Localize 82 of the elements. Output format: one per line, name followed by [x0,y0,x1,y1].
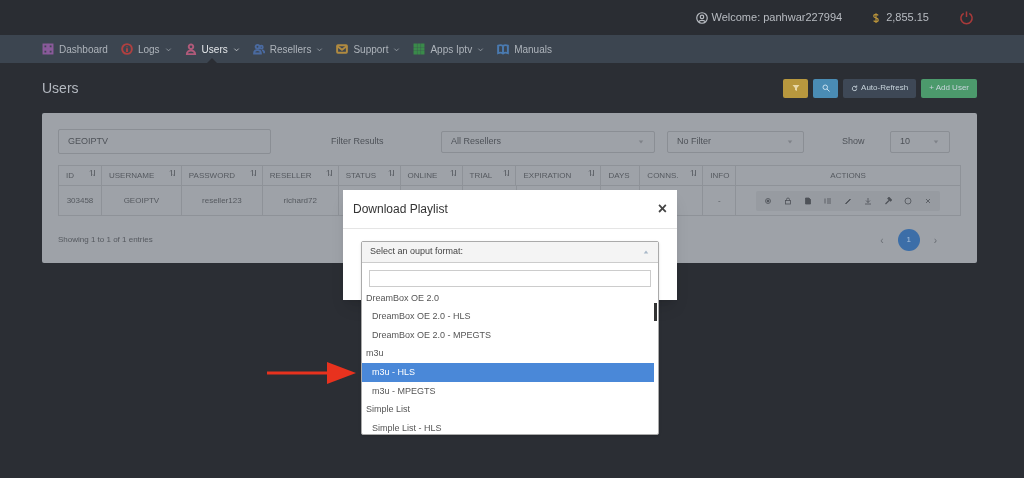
caret-icon [932,138,940,145]
reseller-dropdown[interactable]: All Resellers [441,130,655,153]
caret-icon [642,249,650,255]
welcome-text: Welcome: panhwar227994 [711,10,843,26]
refresh-icon [851,84,859,92]
nav-item[interactable]: Apps Iptv [413,35,485,63]
hammer-icon[interactable] [884,196,893,205]
format-dropdown[interactable]: Select an ouput format: DreamBox OE 2.0 DreamBox OE 2.0 - HLS DreamBox OE 2.0 - MPEGTS m3u m3u - HLS m3u - MPEGTS Simple List Simple List - HLS [361,241,659,435]
file-icon[interactable] [804,196,813,205]
user-icon [695,11,708,24]
sort-icon[interactable] [249,169,258,177]
column-header[interactable]: EXPIRATION [516,166,602,186]
table-cell: richard72 [262,186,339,216]
pencil-icon[interactable] [844,196,853,205]
scrollbar-thumb[interactable] [654,303,657,321]
close-button[interactable]: × [657,201,667,217]
status-filter-dropdown[interactable]: No Filter [667,130,804,153]
column-header[interactable]: ID [59,166,102,186]
column-header[interactable]: DAYS [601,166,641,186]
sort-icon[interactable] [88,169,97,177]
search-field[interactable]: GEOIPTV [58,129,271,154]
search-button[interactable] [813,78,839,98]
power-icon[interactable] [959,10,974,25]
show-label: Show [842,134,866,148]
option-group-label: Simple List [365,403,411,417]
sort-icon[interactable] [690,169,699,177]
filter-label: Filter Results [331,134,385,148]
sort-icon[interactable] [449,169,458,177]
close-icon[interactable] [924,196,933,205]
dropdown-option[interactable]: m3u - MPEGTS [362,381,654,401]
sort-icon[interactable] [387,169,396,177]
sort-icon[interactable] [168,169,177,177]
sort-icon[interactable] [503,169,512,177]
caret-icon [786,138,794,145]
nav-item[interactable]: Manuals [497,35,552,63]
nav-item[interactable]: Support [336,35,401,63]
option-group-label: DreamBox OE 2.0 [365,291,441,305]
download-icon[interactable] [864,196,873,205]
filter-icon [791,84,800,92]
balance-text: 2,855.15 [886,10,929,26]
option-group-label: m3u [365,347,385,361]
sort-icon[interactable] [588,169,597,177]
nav-item[interactable]: Logs [120,35,172,63]
next-page-link[interactable]: › [933,232,937,248]
add-user-button[interactable]: + Add User [921,78,977,98]
column-header[interactable]: STATUS [338,166,401,186]
entries-info: Showing 1 to 1 of 1 entries [58,234,153,246]
list-icon[interactable] [824,196,833,205]
dropdown-option[interactable]: DreamBox OE 2.0 - MPEGTS [362,326,654,345]
column-header[interactable]: CONNS. [640,166,704,186]
dropdown-option[interactable]: DreamBox OE 2.0 - HLS [362,307,654,327]
auto-refresh-button[interactable]: Auto-Refresh [843,78,917,98]
column-header[interactable]: ACTIONS [736,166,961,186]
page-link[interactable]: 1 [897,229,920,251]
table-cell: 303458 [59,186,102,216]
caret-icon [637,138,645,145]
column-header[interactable]: RESELLER [262,166,339,186]
table-cell: reseller123 [181,186,263,216]
column-header[interactable]: ONLINE [400,166,463,186]
search-icon [821,84,830,92]
filter-button[interactable] [783,78,809,98]
table-cell: GEOIPTV [101,186,182,216]
column-header[interactable]: PASSWORD [181,166,263,186]
dropdown-placeholder: Select an ouput format: [370,245,464,259]
nav-item[interactable]: Resellers [252,35,324,63]
nav-item[interactable]: Dashboard [42,35,108,63]
modal-title: Download Playlist [353,201,448,218]
page-size-dropdown[interactable]: 10 [890,130,950,153]
dropdown-option[interactable]: Simple List - HLS [362,419,654,438]
lock-icon[interactable] [784,196,793,205]
circle-icon[interactable] [904,196,913,205]
column-header[interactable]: INFO [703,166,737,186]
page-title: Users [42,78,79,98]
nav-item[interactable]: Users [184,35,240,63]
previous-page-link[interactable]: ‹ [880,232,884,248]
column-header[interactable]: TRIAL [462,166,517,186]
sort-icon[interactable] [325,169,334,177]
search-field[interactable] [369,270,651,287]
dropdown-option[interactable]: m3u - HLS [362,363,654,382]
column-header[interactable]: USERNAME [101,166,182,186]
eye-icon[interactable] [764,196,773,205]
table-cell: - [703,186,737,216]
